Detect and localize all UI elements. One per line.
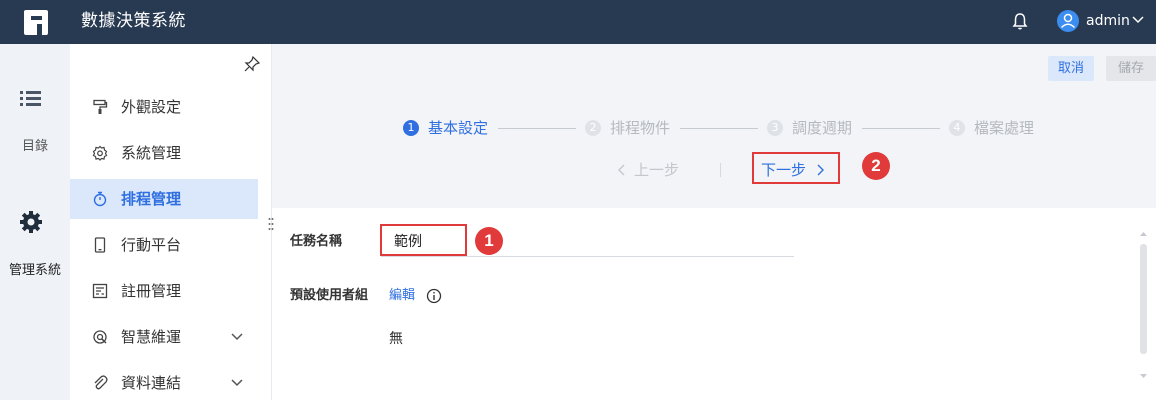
paperclip-icon [94,375,108,390]
gear-icon [92,145,108,161]
rail-item-management[interactable]: 管理系統 [0,259,70,278]
step-3-label[interactable]: 調度週期 [792,118,852,138]
menu-item-mobile[interactable]: 行動平台 [70,225,258,265]
rail-item-directory[interactable]: 目錄 [0,135,70,154]
pin-icon[interactable] [244,56,260,72]
step-2-label[interactable]: 排程物件 [610,118,670,138]
cancel-button[interactable]: 取消 [1048,56,1094,81]
user-avatar-icon[interactable] [1057,10,1079,32]
chevron-down-icon[interactable] [1131,15,1145,25]
step-connector [680,128,758,129]
menu-item-label: 排程管理 [121,190,182,208]
step-3-number: 3 [767,120,783,136]
next-step-button[interactable]: 下一步 [761,160,806,180]
mobile-icon [94,237,106,253]
step-connector [498,128,576,129]
menu-item-label: 系統管理 [121,144,182,162]
menu-item-smart-ops[interactable]: 智慧維運 [70,317,258,357]
menu-item-label: 註冊管理 [121,282,182,300]
scroll-up-icon[interactable] [1139,230,1148,238]
scroll-down-icon[interactable] [1139,372,1148,380]
menu-item-appearance[interactable]: 外觀設定 [70,87,258,127]
menu-item-system[interactable]: 系統管理 [70,133,258,173]
callout-badge-1: 1 [475,227,503,255]
edit-link[interactable]: 編輯 [389,287,415,305]
step-1-label[interactable]: 基本設定 [428,118,488,138]
task-name-input-underline [381,256,794,257]
menu-item-label: 資料連結 [121,374,182,392]
task-name-input[interactable]: 範例 [394,233,422,251]
prev-step-button[interactable]: 上一步 [634,160,679,180]
gear-icon[interactable] [19,210,43,234]
smart-ops-icon [93,330,107,344]
default-group-value: 無 [389,331,403,347]
menu-item-register[interactable]: 註冊管理 [70,271,258,311]
timer-icon [93,191,107,207]
nav-divider [720,163,721,177]
menu-item-label: 行動平台 [121,236,182,254]
notification-bell-icon[interactable] [1011,11,1029,31]
list-icon[interactable] [19,88,43,108]
menu-item-label: 智慧維運 [121,328,182,346]
step-1-number: 1 [403,120,419,136]
step-4-label[interactable]: 檔案處理 [974,118,1034,138]
chevron-down-icon[interactable] [230,332,244,342]
step-connector [862,128,940,129]
callout-badge-2: 2 [862,152,890,180]
save-button[interactable]: 儲存 [1106,56,1156,81]
step-4-number: 4 [949,120,965,136]
app-title: 數據決策系統 [81,11,186,31]
register-icon [92,283,108,299]
info-icon[interactable] [426,288,442,304]
chevron-left-icon [618,164,625,176]
username[interactable]: admin [1086,12,1130,30]
menu-item-label: 外觀設定 [121,98,182,116]
step-2-number: 2 [585,120,601,136]
scrollbar-thumb[interactable] [1140,244,1147,354]
menu-item-schedule[interactable]: 排程管理 [70,179,258,219]
app-logo-icon[interactable] [22,9,50,36]
menu-item-data-link[interactable]: 資料連結 [70,363,258,400]
chevron-right-icon[interactable] [815,164,825,176]
paint-roller-icon [93,99,108,114]
task-name-label: 任務名稱 [290,234,343,249]
default-group-label: 預設使用者組 [290,288,369,303]
resize-handle-icon[interactable] [268,217,274,231]
chevron-down-icon[interactable] [230,378,244,388]
top-bar: 數據決策系統 admin [0,0,1156,44]
